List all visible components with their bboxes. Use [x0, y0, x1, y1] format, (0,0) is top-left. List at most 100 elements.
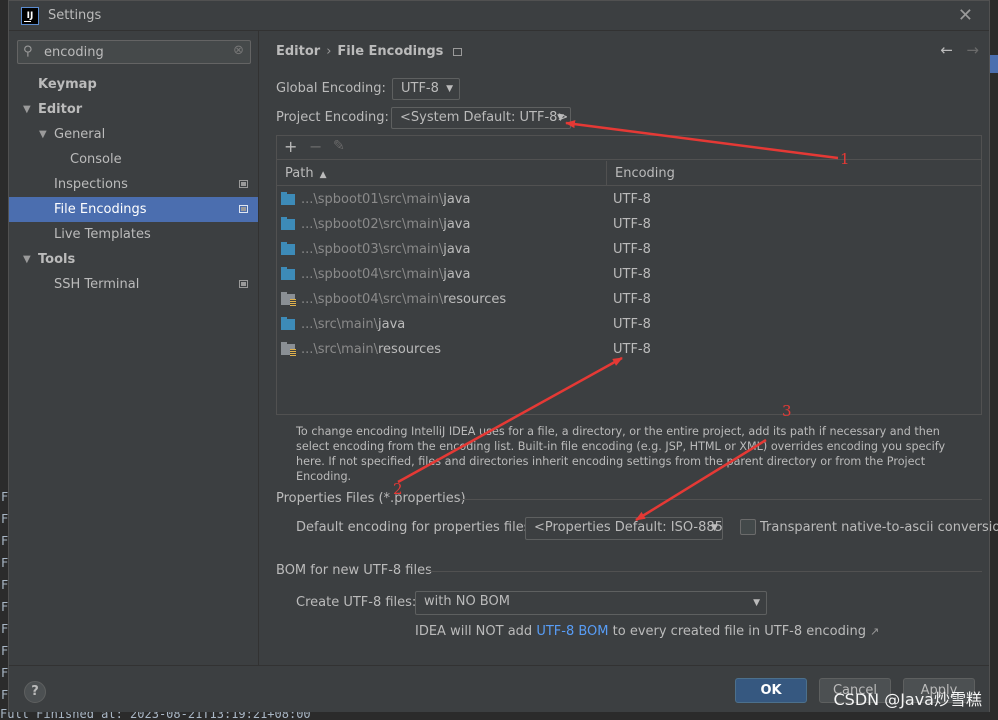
- column-label: Path: [285, 166, 314, 181]
- project-scope-icon: [453, 48, 463, 56]
- sidebar-item-label: Live Templates: [54, 227, 151, 242]
- path-cell: ...\spboot03\src\main\java: [301, 237, 470, 262]
- create-utf8-dropdown[interactable]: with NO BOM ▼: [415, 591, 767, 615]
- sidebar-item-file-encodings[interactable]: File Encodings: [9, 197, 258, 222]
- path-cell: ...\spboot04\src\main\resources: [301, 287, 506, 312]
- table-row[interactable]: ...\spboot04\src\main\java UTF-8: [277, 262, 981, 287]
- sidebar-item-ssh-terminal[interactable]: SSH Terminal: [9, 272, 258, 297]
- dropdown-arrow-icon: ▼: [711, 523, 718, 533]
- search-field[interactable]: ⚲ ⊗: [17, 40, 251, 64]
- properties-encoding-dropdown[interactable]: <Properties Default: ISO-885... ▼: [525, 517, 723, 540]
- ide-editor-tab-edge: [990, 55, 998, 73]
- chevron-down-icon[interactable]: ▼: [23, 97, 31, 122]
- annotation-label-1: 1: [840, 150, 850, 168]
- chevron-down-icon[interactable]: ▼: [39, 122, 47, 147]
- path-leaf: java: [443, 217, 471, 232]
- table-body: ...\spboot01\src\main\java UTF-8 ...\spb…: [277, 187, 981, 362]
- sidebar-item-editor[interactable]: ▼ Editor: [9, 97, 258, 122]
- table-row[interactable]: ...\spboot01\src\main\java UTF-8: [277, 187, 981, 212]
- resources-folder-icon: [281, 342, 296, 356]
- sidebar-item-label: Console: [70, 152, 122, 167]
- encoding-column-header[interactable]: Encoding: [607, 161, 981, 186]
- settings-content: Editor › File Encodings ← → Global Encodin…: [260, 31, 998, 665]
- transparent-conversion-label[interactable]: Transparent native-to-ascii conversion: [760, 520, 998, 535]
- encoding-cell[interactable]: UTF-8: [613, 212, 651, 237]
- global-encoding-value: UTF-8: [401, 81, 439, 96]
- path-cell: ...\src\main\java: [301, 312, 405, 337]
- ok-button[interactable]: OK: [735, 678, 807, 703]
- utf8-bom-link[interactable]: UTF-8 BOM: [536, 624, 608, 639]
- sidebar-item-label: SSH Terminal: [54, 277, 140, 292]
- column-label: Encoding: [615, 166, 675, 181]
- path-column-header[interactable]: Path ▲: [277, 161, 607, 186]
- breadcrumb-parent[interactable]: Editor: [276, 44, 320, 59]
- annotation-label-3: 3: [782, 402, 792, 420]
- dropdown-arrow-icon: ▼: [753, 598, 760, 608]
- path-prefix: ...\spboot04\src\main\: [301, 292, 444, 307]
- table-row[interactable]: ...\spboot02\src\main\java UTF-8: [277, 212, 981, 237]
- source-folder-icon: [281, 267, 295, 280]
- project-scope-icon: [239, 205, 248, 213]
- transparent-conversion-checkbox[interactable]: [740, 519, 756, 535]
- window-title: Settings: [48, 8, 102, 23]
- path-prefix: ...\spboot03\src\main\: [301, 242, 444, 257]
- project-scope-icon: [239, 280, 248, 288]
- encoding-cell[interactable]: UTF-8: [613, 187, 651, 212]
- settings-sidebar: ⚲ ⊗ Keymap ▼ Editor ▼ General Console In…: [9, 31, 259, 665]
- encoding-cell[interactable]: UTF-8: [613, 312, 651, 337]
- external-link-icon[interactable]: ↗: [870, 625, 879, 638]
- help-button[interactable]: ?: [24, 681, 46, 703]
- section-divider: [430, 571, 982, 572]
- path-leaf: java: [378, 317, 406, 332]
- breadcrumb: Editor › File Encodings: [276, 44, 463, 59]
- annotation-label-2: 2: [393, 480, 403, 498]
- source-folder-icon: [281, 317, 295, 330]
- remove-icon: −: [309, 137, 323, 156]
- sidebar-item-console[interactable]: Console: [9, 147, 258, 172]
- sidebar-item-label: Keymap: [38, 77, 97, 92]
- clear-search-icon[interactable]: ⊗: [233, 43, 244, 58]
- table-toolbar: + − ✎: [277, 136, 981, 160]
- add-icon[interactable]: +: [284, 137, 297, 156]
- chevron-down-icon[interactable]: ▼: [23, 247, 31, 272]
- encoding-cell[interactable]: UTF-8: [613, 237, 651, 262]
- sidebar-item-label: File Encodings: [54, 202, 147, 217]
- encoding-cell[interactable]: UTF-8: [613, 287, 651, 312]
- project-encoding-dropdown[interactable]: <System Default: UTF-8> ▼: [391, 107, 571, 129]
- bom-section-title: BOM for new UTF-8 files: [276, 563, 432, 578]
- source-folder-icon: [281, 217, 295, 230]
- path-cell: ...\spboot02\src\main\java: [301, 212, 470, 237]
- sidebar-item-inspections[interactable]: Inspections: [9, 172, 258, 197]
- path-prefix: ...\src\main\: [301, 317, 378, 332]
- global-encoding-dropdown[interactable]: UTF-8 ▼: [392, 78, 460, 100]
- breadcrumb-separator: ›: [326, 44, 332, 59]
- resources-folder-icon: [281, 292, 296, 306]
- sidebar-item-keymap[interactable]: Keymap: [9, 72, 258, 97]
- table-row[interactable]: ...\src\main\java UTF-8: [277, 312, 981, 337]
- encoding-cell[interactable]: UTF-8: [613, 262, 651, 287]
- global-encoding-label: Global Encoding:: [276, 81, 386, 96]
- breadcrumb-current: File Encodings: [337, 44, 444, 59]
- back-arrow-icon[interactable]: ←: [940, 41, 953, 59]
- sidebar-item-tools[interactable]: ▼ Tools: [9, 247, 258, 272]
- search-input[interactable]: [44, 43, 224, 61]
- search-icon: ⚲: [23, 44, 33, 59]
- project-encoding-label: Project Encoding:: [276, 110, 389, 125]
- source-folder-icon: [281, 192, 295, 205]
- sort-ascending-icon: ▲: [319, 170, 327, 180]
- table-row[interactable]: ...\spboot04\src\main\resources UTF-8: [277, 287, 981, 312]
- path-prefix: ...\spboot01\src\main\: [301, 192, 444, 207]
- sidebar-item-live-templates[interactable]: Live Templates: [9, 222, 258, 247]
- sidebar-item-general[interactable]: ▼ General: [9, 122, 258, 147]
- table-row[interactable]: ...\spboot03\src\main\java UTF-8: [277, 237, 981, 262]
- table-row[interactable]: ...\src\main\resources UTF-8: [277, 337, 981, 362]
- sidebar-item-label: General: [54, 127, 106, 142]
- intellij-logo-icon: IJ: [21, 7, 39, 25]
- project-scope-icon: [239, 180, 248, 188]
- encoding-cell[interactable]: UTF-8: [613, 337, 651, 362]
- close-icon[interactable]: ✕: [958, 5, 973, 26]
- path-cell: ...\spboot01\src\main\java: [301, 187, 470, 212]
- path-cell: ...\spboot04\src\main\java: [301, 262, 470, 287]
- path-prefix: ...\spboot04\src\main\: [301, 267, 444, 282]
- create-utf8-value: with NO BOM: [424, 594, 510, 609]
